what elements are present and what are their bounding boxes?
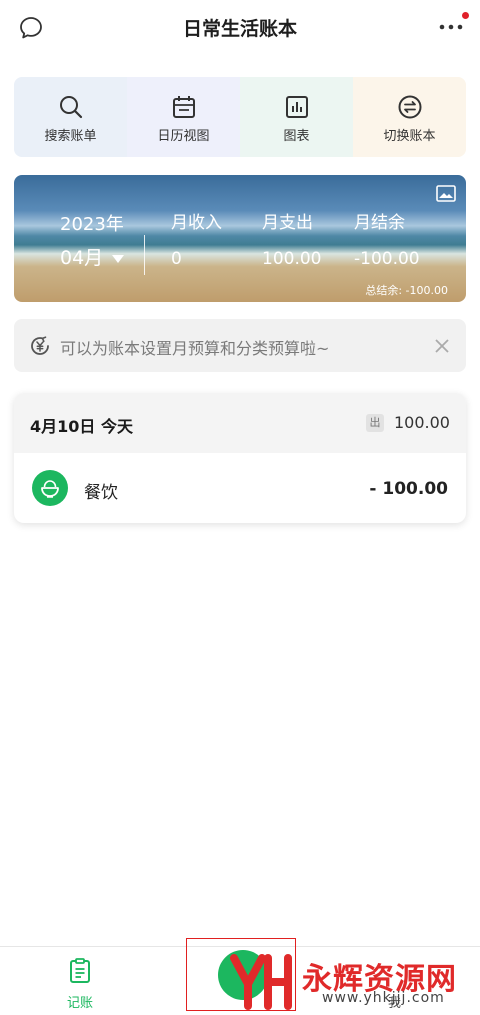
- rice-bowl-icon: [41, 480, 59, 498]
- dining-category-icon: [32, 470, 68, 506]
- expense-badge: 出: [366, 414, 384, 432]
- total-balance: 总结余: -100.00: [365, 284, 448, 297]
- notification-dot: [462, 12, 469, 19]
- income-label: 月收入: [171, 213, 222, 233]
- budget-notice[interactable]: 可以为账本设置月预算和分类预算啦~: [14, 319, 466, 372]
- close-icon[interactable]: [434, 338, 450, 354]
- daily-records-card: 4月10日 今天 出 100.00 餐饮 - 100.00: [14, 393, 466, 523]
- month-label: 04月: [60, 247, 104, 269]
- day-date: 4月10日 今天: [30, 417, 133, 436]
- income-value: 0: [171, 249, 182, 269]
- switch-ledger-button[interactable]: 切换账本: [353, 77, 466, 157]
- watermark-url: www.yhkjjj.com: [322, 990, 445, 1006]
- expense-label: 月支出: [262, 213, 313, 233]
- ledger-clipboard-icon[interactable]: [68, 958, 92, 984]
- chart-icon: [285, 96, 308, 118]
- day-header: 4月10日 今天 出 100.00: [14, 393, 466, 453]
- expense-value: 100.00: [262, 249, 322, 269]
- search-bills-button[interactable]: 搜索账单: [14, 77, 127, 157]
- switch-icon: [398, 95, 421, 119]
- search-bills-label: 搜索账单: [44, 129, 97, 144]
- switch-ledger-label: 切换账本: [383, 129, 436, 144]
- year-label: 2023年: [60, 214, 124, 235]
- page-title: 日常生活账本: [182, 18, 297, 40]
- calendar-view-label: 日历视图: [157, 129, 210, 144]
- record-amount: - 100.00: [369, 479, 448, 499]
- search-icon: [59, 96, 82, 119]
- budget-yuan-icon: [31, 336, 49, 355]
- quick-actions: 搜索账单 日历视图 图表 切换账本: [14, 77, 466, 157]
- monthly-summary-banner: 2023年 04月 月收入 月支出 月结余 0 100.00 -100.00 总…: [14, 175, 466, 302]
- month-selector[interactable]: 04月: [60, 243, 125, 270]
- record-category: 餐饮: [84, 483, 118, 503]
- calendar-view-button[interactable]: 日历视图: [127, 77, 240, 157]
- change-background-icon[interactable]: [436, 185, 456, 202]
- budget-notice-text: 可以为账本设置月预算和分类预算啦~: [60, 339, 330, 358]
- balance-label: 月结余: [354, 213, 405, 233]
- balance-value: -100.00: [354, 249, 420, 269]
- day-expense-total: 100.00: [394, 413, 450, 432]
- more-icon[interactable]: [436, 18, 466, 34]
- summary-divider: [144, 235, 145, 275]
- chart-button[interactable]: 图表: [240, 77, 353, 157]
- calendar-icon: [172, 96, 195, 118]
- nav-ledger-label[interactable]: 记账: [58, 992, 102, 1011]
- chart-label: 图表: [283, 129, 310, 144]
- watermark-logo: [230, 954, 292, 1010]
- dropdown-triangle-icon: [112, 254, 125, 263]
